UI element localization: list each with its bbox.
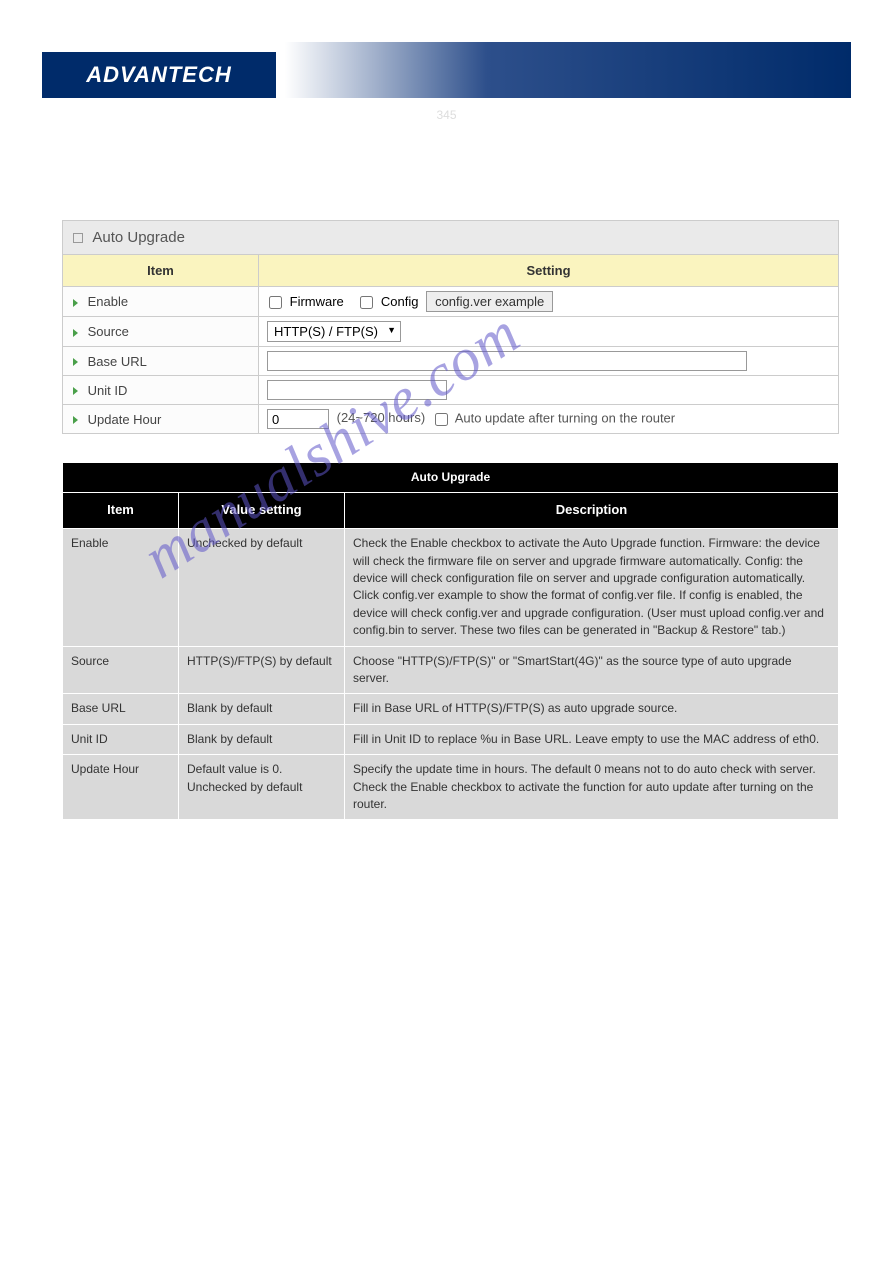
update-hour-range: (24~720 hours) [337, 410, 426, 425]
doc-value: Blank by default [179, 724, 345, 754]
triangle-icon [73, 416, 78, 424]
doc-item: Unit ID [63, 724, 179, 754]
doc-value: Blank by default [179, 694, 345, 724]
row-enable-label: Enable [88, 294, 128, 309]
update-hour-input[interactable] [267, 409, 329, 429]
doc-value: HTTP(S)/FTP(S) by default [179, 646, 345, 694]
row-baseurl-label: Base URL [88, 354, 147, 369]
doc-desc: Check the Enable checkbox to activate th… [345, 529, 839, 646]
row-source-label-cell: Source [63, 317, 259, 347]
panel-icon [73, 233, 83, 243]
doc-desc: Choose "HTTP(S)/FTP(S)" or "SmartStart(4… [345, 646, 839, 694]
row-unitid-setting [259, 376, 839, 405]
row-unitid-label-cell: Unit ID [63, 376, 259, 405]
brand-logo-text: ADVANTECH [86, 62, 231, 88]
doc-item: Update Hour [63, 755, 179, 820]
config-label: Config [381, 294, 419, 309]
doc-item: Source [63, 646, 179, 694]
row-enable-label-cell: Enable [63, 287, 259, 317]
doc-col-value-header: Value setting [179, 493, 345, 529]
panel-title-cell: Auto Upgrade [63, 221, 839, 255]
auto-update-label: Auto update after turning on the router [455, 410, 675, 425]
triangle-icon [73, 329, 78, 337]
row-source-label: Source [88, 324, 129, 339]
row-unitid-label: Unit ID [88, 383, 128, 398]
brand-logo: ADVANTECH [42, 52, 276, 98]
doc-value: Unchecked by default [179, 529, 345, 646]
firmware-label: Firmware [290, 294, 344, 309]
doc-desc: Fill in Unit ID to replace %u in Base UR… [345, 724, 839, 754]
auto-update-checkbox[interactable] [435, 413, 448, 426]
triangle-icon [73, 358, 78, 366]
page-number: 345 [0, 108, 893, 122]
doc-table-title: Auto Upgrade [63, 463, 839, 493]
unit-id-input[interactable] [267, 380, 447, 400]
doc-col-desc-header: Description [345, 493, 839, 529]
panel-title: Auto Upgrade [92, 229, 185, 246]
page-content: Auto Upgrade Item Setting Enable Firmwar… [62, 220, 839, 820]
row-updatehour-label: Update Hour [88, 412, 162, 427]
row-baseurl-label-cell: Base URL [63, 347, 259, 376]
doc-value: Default value is 0. Unchecked by default [179, 755, 345, 820]
triangle-icon [73, 299, 78, 307]
auto-upgrade-panel: Auto Upgrade Item Setting Enable Firmwar… [62, 220, 839, 434]
row-source-setting: HTTP(S) / FTP(S) [259, 317, 839, 347]
source-select[interactable]: HTTP(S) / FTP(S) [267, 321, 401, 342]
row-updatehour-label-cell: Update Hour [63, 405, 259, 434]
row-baseurl-setting [259, 347, 839, 376]
col-header-setting: Setting [259, 255, 839, 287]
doc-desc: Specify the update time in hours. The de… [345, 755, 839, 820]
col-header-item: Item [63, 255, 259, 287]
config-checkbox[interactable] [360, 296, 373, 309]
doc-col-item-header: Item [63, 493, 179, 529]
doc-desc: Fill in Base URL of HTTP(S)/FTP(S) as au… [345, 694, 839, 724]
doc-item: Enable [63, 529, 179, 646]
doc-item: Base URL [63, 694, 179, 724]
doc-table: Auto Upgrade Item Value setting Descript… [62, 462, 839, 820]
base-url-input[interactable] [267, 351, 747, 371]
row-updatehour-setting: (24~720 hours) Auto update after turning… [259, 405, 839, 434]
triangle-icon [73, 387, 78, 395]
row-enable-setting: Firmware Config config.ver example [259, 287, 839, 317]
firmware-checkbox[interactable] [269, 296, 282, 309]
config-example-button[interactable]: config.ver example [426, 291, 553, 312]
